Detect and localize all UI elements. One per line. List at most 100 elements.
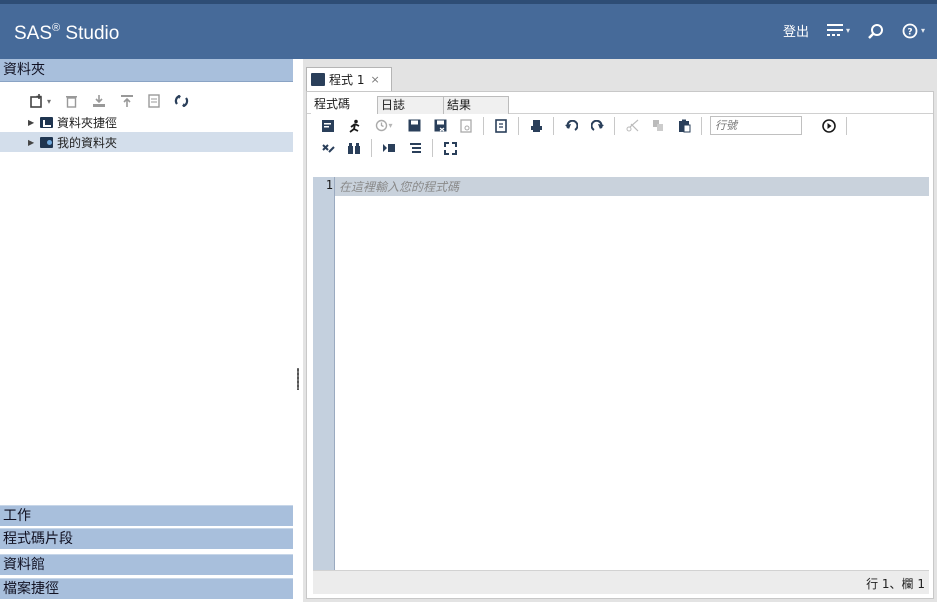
maximize-icon	[443, 141, 457, 155]
toolbar-separator	[846, 116, 847, 135]
chevron-down-icon: ▾	[388, 121, 393, 130]
help-icon: ?	[902, 23, 918, 38]
app-header: SAS® Studio 登出 ▾ ? ▾	[0, 0, 937, 59]
upload-icon	[121, 95, 134, 107]
toolbar-separator	[483, 116, 484, 135]
new-item-icon	[30, 94, 42, 108]
close-icon[interactable]: ×	[370, 73, 379, 86]
run-button[interactable]	[341, 116, 367, 136]
undo-button[interactable]	[558, 116, 584, 136]
export-button[interactable]	[453, 116, 479, 136]
export-icon	[460, 118, 472, 133]
find-replace-button[interactable]	[341, 138, 367, 158]
menu-button[interactable]: ▾	[826, 24, 850, 37]
new-button[interactable]: ▾	[30, 94, 51, 108]
go-arrow-icon	[822, 118, 836, 133]
program-icon	[311, 73, 325, 86]
delete-icon	[66, 96, 78, 108]
save-as-icon	[434, 119, 446, 132]
signout-link[interactable]: 登出	[783, 21, 809, 40]
maximize-button[interactable]	[437, 138, 463, 158]
print-icon	[530, 119, 542, 132]
program-tab-label: 程式 1	[329, 73, 365, 87]
tree-item-label: 資料夾捷徑	[57, 115, 118, 130]
undo-icon	[564, 119, 578, 131]
tab-code[interactable]: 程式碼	[311, 96, 377, 114]
code-placeholder: 在這裡輸入您的程式碼	[339, 180, 460, 194]
search-button[interactable]	[868, 23, 884, 39]
expand-arrow-icon[interactable]: ▶	[28, 138, 36, 147]
accordion-snippets[interactable]: 程式碼片段	[0, 528, 293, 549]
copy-icon	[652, 120, 663, 131]
refresh-button[interactable]	[174, 94, 189, 108]
go-to-line-button[interactable]	[816, 116, 842, 136]
save-icon	[408, 119, 420, 132]
redo-button[interactable]	[584, 116, 610, 136]
redo-icon	[590, 119, 604, 131]
pane-splitter[interactable]	[293, 59, 303, 602]
tree-item-folder-shortcuts[interactable]: ▶ 資料夾捷徑	[0, 112, 293, 132]
download-icon	[93, 95, 106, 107]
tree-item-my-folders[interactable]: ▶ 我的資料夾	[0, 132, 293, 152]
program-tab[interactable]: 程式 1 ×	[306, 67, 392, 91]
folder-shortcut-icon	[40, 116, 53, 128]
toolbar-separator	[614, 116, 615, 135]
clear-icon	[321, 143, 335, 153]
toolbar-separator	[432, 139, 433, 157]
properties-button[interactable]	[148, 94, 160, 108]
chevron-down-icon: ▾	[920, 26, 925, 35]
accordion-file-shortcuts[interactable]: 檔案捷徑	[0, 578, 293, 599]
history-button[interactable]: ▾	[367, 116, 401, 136]
properties-icon	[148, 94, 160, 108]
tree-item-label: 我的資料夾	[57, 135, 118, 150]
toolbar-separator	[371, 139, 372, 157]
folders-section-title[interactable]: 資料夾	[0, 59, 293, 82]
clear-button[interactable]	[315, 138, 341, 158]
cursor-position: 行 1、欄 1	[866, 577, 925, 591]
line-number: 1	[325, 178, 333, 192]
expand-arrow-icon[interactable]: ▶	[28, 118, 36, 127]
open-button[interactable]	[315, 116, 341, 136]
indent-button[interactable]	[376, 138, 402, 158]
copy-button[interactable]	[645, 116, 671, 136]
status-bar: 行 1、欄 1	[313, 570, 929, 594]
line-number-gutter	[313, 177, 335, 570]
line-number-input[interactable]	[710, 116, 802, 135]
app-title: SAS® Studio	[14, 22, 120, 44]
toolbar-separator	[701, 116, 702, 135]
subtab-bar: 程式碼 日誌 結果	[307, 92, 933, 114]
chevron-down-icon: ▾	[845, 26, 850, 35]
accordion-tasks[interactable]: 工作	[0, 505, 293, 526]
document-icon	[495, 118, 507, 133]
work-area: 程式 1 × 程式碼 日誌 結果 ▾ 行號 1 在這裡輸入您的程式碼 行 1、欄…	[303, 59, 937, 602]
paste-button[interactable]	[671, 116, 697, 136]
print-button[interactable]	[523, 116, 549, 136]
cut-button[interactable]	[619, 116, 645, 136]
history-icon	[376, 119, 388, 132]
save-as-button[interactable]	[427, 116, 453, 136]
open-program-icon	[322, 119, 334, 132]
folder-toolbar: ▾	[0, 82, 293, 112]
refresh-icon	[174, 94, 189, 108]
generate-button[interactable]	[488, 116, 514, 136]
code-editor[interactable]: 1 在這裡輸入您的程式碼	[313, 177, 929, 570]
editor-frame: 程式碼 日誌 結果 ▾ 行號 1 在這裡輸入您的程式碼 行 1、欄 1	[306, 91, 934, 599]
tab-log[interactable]: 日誌	[377, 96, 443, 114]
upload-button[interactable]	[120, 94, 134, 108]
format-icon	[409, 142, 421, 153]
indent-icon	[383, 144, 395, 152]
menu-icon	[826, 24, 843, 36]
cut-icon	[626, 119, 638, 132]
download-button[interactable]	[92, 94, 106, 108]
format-code-button[interactable]	[402, 138, 428, 158]
tab-results[interactable]: 結果	[443, 96, 509, 114]
my-folder-icon	[40, 136, 53, 148]
help-button[interactable]: ? ▾	[902, 23, 925, 39]
binoculars-icon	[348, 142, 360, 154]
save-button[interactable]	[401, 116, 427, 136]
accordion-libraries[interactable]: 資料館	[0, 554, 293, 575]
paste-icon	[678, 119, 690, 132]
delete-button[interactable]	[65, 94, 78, 108]
toolbar-separator	[553, 116, 554, 135]
search-icon	[868, 23, 883, 39]
